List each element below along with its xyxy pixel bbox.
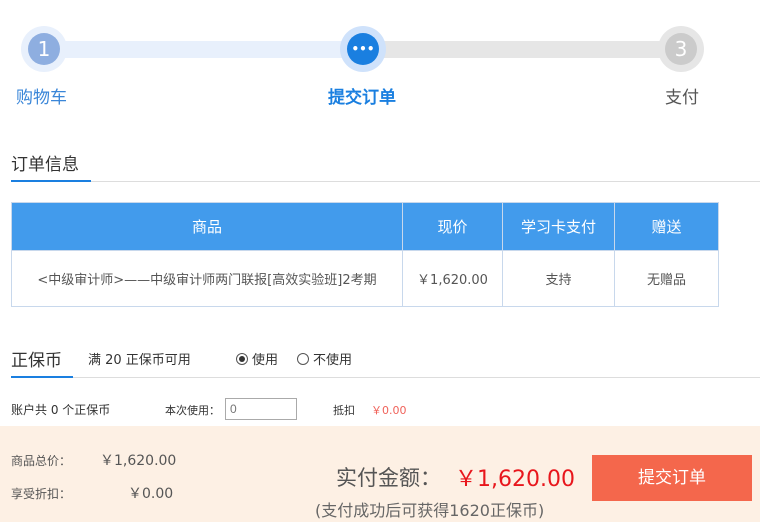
step-2-circle: ••• [347,33,379,65]
table-row: <中级审计师>——中级审计师两门联报[高效实验班]2考期 ￥1,620.00 支… [11,250,719,307]
discount-value: ￥0.00 [128,486,174,502]
progress-bar-pending [363,41,681,58]
col-product: 商品 [11,202,403,251]
radio-checked-icon [236,353,248,365]
col-gift: 赠送 [614,202,719,251]
step-1-circle: 1 [28,33,60,65]
no-coin-radio[interactable]: 不使用 [297,349,352,368]
use-label: 使用 [252,353,279,368]
col-price: 现价 [402,202,503,251]
submit-order-button[interactable]: 提交订单 [592,455,752,501]
deduct-label: 抵扣 [333,404,355,417]
product-name: <中级审计师>——中级审计师两门联报[高效实验班]2考期 [11,250,403,307]
radio-unchecked-icon [297,353,309,365]
discount-label: 享受折扣： [11,487,72,501]
summary-panel: 商品总价： ￥1,620.00 享受折扣： ￥0.00 实付金额： ￥1,620… [0,426,760,522]
step-2-label: 提交订单 [328,88,396,108]
gift: 无赠品 [614,250,719,307]
divider [11,181,760,182]
order-info-title: 订单信息 [11,155,79,175]
progress-bar-done [44,41,364,58]
step-3-circle: 3 [665,33,697,65]
col-card-pay: 学习卡支付 [502,202,615,251]
order-table: 商品 现价 学习卡支付 赠送 <中级审计师>——中级审计师两门联报[高效实验班]… [11,202,719,307]
pay-label: 实付金额： [336,466,441,490]
section-underline [11,376,73,378]
step-1-label: 购物车 [16,88,67,108]
section-underline [11,180,91,182]
deduct-value: ￥0.00 [371,404,407,417]
coin-account: 账户共 0 个正保币 [11,403,111,417]
coin-title: 正保币 [11,351,62,371]
coin-amount-input[interactable] [225,398,297,420]
total-label: 商品总价： [11,454,72,468]
use-now-label: 本次使用： [165,404,220,417]
step-3-label: 支付 [665,88,699,108]
pay-value: ￥1,620.00 [455,467,575,492]
use-coin-radio[interactable]: 使用 [236,349,278,368]
coin-available: 满 20 正保币可用 [88,353,191,368]
nouse-label: 不使用 [313,353,353,368]
total-value: ￥1,620.00 [100,453,177,469]
product-price: ￥1,620.00 [402,250,503,307]
divider [11,377,760,378]
coin-reward-note: (支付成功后可获得1620正保币) [315,501,545,520]
card-pay-support: 支持 [502,250,615,307]
